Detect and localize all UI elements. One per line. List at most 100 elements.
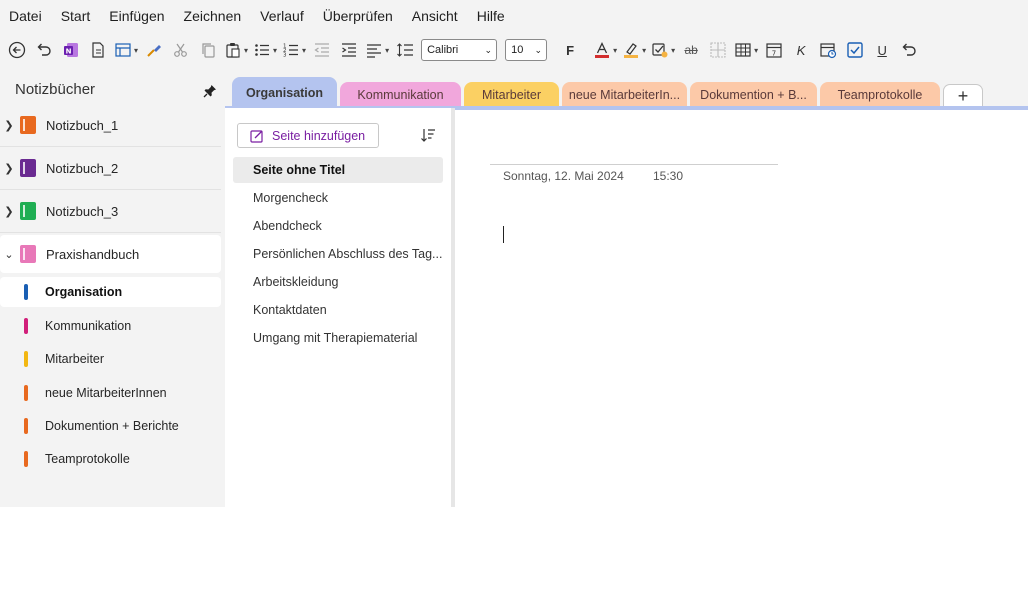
page-title-field[interactable] bbox=[490, 164, 778, 165]
indent-icon bbox=[342, 43, 357, 57]
page-template-button[interactable] bbox=[87, 37, 109, 63]
notebook-label: Notizbuch_1 bbox=[46, 117, 119, 133]
tab-kommunikation[interactable]: Kommunikation bbox=[340, 82, 461, 108]
page-item-kontaktdaten[interactable]: Kontaktdaten bbox=[233, 297, 443, 323]
checkbox-checked-icon bbox=[847, 42, 863, 58]
tab-organisation[interactable]: Organisation bbox=[232, 77, 337, 108]
menu-bar: Datei Start Einfügen Zeichnen Verlauf Üb… bbox=[0, 0, 1028, 32]
borders-button[interactable] bbox=[707, 37, 729, 63]
datetime-button[interactable] bbox=[817, 37, 839, 63]
onenote-button[interactable]: N bbox=[60, 37, 82, 63]
highlighter-icon bbox=[624, 43, 639, 58]
section-color-marker bbox=[24, 351, 28, 367]
highlight-button[interactable]: ▾ bbox=[622, 37, 646, 63]
section-item-dokumention[interactable]: Dokumention + Berichte bbox=[0, 411, 221, 441]
section-item-mitarbeiter[interactable]: Mitarbeiter bbox=[0, 344, 221, 374]
svg-text:3: 3 bbox=[283, 53, 287, 59]
tab-dokumention[interactable]: Dokumention + B... bbox=[690, 82, 817, 108]
font-size-select[interactable]: 10 ⌄ bbox=[505, 39, 548, 61]
chevron-down-icon: ▾ bbox=[134, 45, 139, 55]
section-color-marker bbox=[24, 284, 28, 300]
todo-tag-button[interactable] bbox=[844, 37, 866, 63]
page-canvas[interactable]: Sonntag, 12. Mai 2024 15:30 bbox=[455, 110, 1028, 507]
section-label: Kommunikation bbox=[45, 319, 132, 333]
menu-ueberpruefen[interactable]: Überprüfen bbox=[323, 8, 393, 24]
menu-datei[interactable]: Datei bbox=[9, 8, 42, 24]
page-item-morgencheck[interactable]: Morgencheck bbox=[233, 185, 443, 211]
page-item-persoenlichen-abschluss[interactable]: Persönlichen Abschluss des Tag... bbox=[233, 241, 443, 267]
undo-typing-button[interactable] bbox=[898, 37, 920, 63]
divider bbox=[0, 189, 221, 190]
paste-button[interactable]: ▾ bbox=[224, 37, 248, 63]
menu-verlauf[interactable]: Verlauf bbox=[260, 8, 304, 24]
notebook-row-1[interactable]: ❯ Notizbuch_1 bbox=[0, 106, 221, 144]
add-section-button[interactable]: + bbox=[943, 84, 983, 108]
tab-teamprotokolle[interactable]: Teamprotokolle bbox=[820, 82, 940, 108]
page-list-pane: Seite hinzufügen Seite ohne Titel Morgen… bbox=[225, 108, 451, 507]
increase-indent-button[interactable] bbox=[338, 37, 360, 63]
chevron-down-icon: ⌄ bbox=[4, 248, 14, 261]
table-button[interactable]: ▾ bbox=[734, 37, 758, 63]
svg-text:7: 7 bbox=[772, 50, 776, 58]
strikethrough-button[interactable]: ab bbox=[680, 37, 702, 63]
section-item-teamprotokolle[interactable]: Teamprotokolle bbox=[0, 444, 221, 474]
menu-einfuegen[interactable]: Einfügen bbox=[109, 8, 164, 24]
section-tabs: Organisation Kommunikation Mitarbeiter n… bbox=[225, 68, 1028, 110]
section-label: Mitarbeiter bbox=[45, 352, 105, 366]
notebook-row-3[interactable]: ❯ Notizbuch_3 bbox=[0, 192, 221, 230]
line-spacing-icon bbox=[397, 43, 414, 57]
copy-button[interactable] bbox=[197, 37, 219, 63]
svg-text:N: N bbox=[66, 48, 72, 56]
tab-mitarbeiter[interactable]: Mitarbeiter bbox=[464, 82, 559, 108]
notebook-row-2[interactable]: ❯ Notizbuch_2 bbox=[0, 149, 221, 187]
menu-hilfe[interactable]: Hilfe bbox=[477, 8, 505, 24]
sort-pages-button[interactable] bbox=[420, 127, 436, 148]
align-button[interactable]: ▾ bbox=[365, 37, 389, 63]
table-icon bbox=[735, 43, 751, 57]
chevron-down-icon: ▾ bbox=[244, 45, 249, 55]
page-item-abendcheck[interactable]: Abendcheck bbox=[233, 213, 443, 239]
page-item-seite-ohne-titel[interactable]: Seite ohne Titel bbox=[233, 157, 443, 183]
clipboard-icon bbox=[226, 43, 240, 58]
underline-button[interactable]: U bbox=[871, 37, 893, 63]
menu-ansicht[interactable]: Ansicht bbox=[412, 8, 458, 24]
date-button[interactable]: 7 bbox=[763, 37, 785, 63]
notebook-row-4[interactable]: ⌄ Praxishandbuch bbox=[0, 235, 221, 273]
chevron-down-icon: ▾ bbox=[613, 45, 618, 55]
page-item-arbeitskleidung[interactable]: Arbeitskleidung bbox=[233, 269, 443, 295]
numbering-button[interactable]: 123 ▾ bbox=[282, 37, 306, 63]
bold-button[interactable]: F bbox=[559, 37, 581, 63]
add-page-button[interactable]: Seite hinzufügen bbox=[237, 123, 379, 148]
sort-icon bbox=[421, 129, 435, 142]
undo-button[interactable] bbox=[33, 37, 55, 63]
chevron-down-icon: ▾ bbox=[273, 45, 278, 55]
format-painter-button[interactable] bbox=[143, 37, 165, 63]
section-color-marker bbox=[24, 318, 28, 334]
bullets-button[interactable]: ▾ bbox=[253, 37, 277, 63]
italic-button[interactable]: K bbox=[790, 37, 812, 63]
chevron-down-icon: ⌄ bbox=[484, 44, 493, 55]
pin-icon[interactable] bbox=[203, 84, 217, 103]
bullet-list-icon bbox=[255, 44, 270, 56]
tag-button[interactable]: ▾ bbox=[651, 37, 675, 63]
section-item-kommunikation[interactable]: Kommunikation bbox=[0, 311, 221, 341]
menu-zeichnen[interactable]: Zeichnen bbox=[184, 8, 242, 24]
section-color-marker bbox=[24, 418, 28, 434]
font-name-select[interactable]: Calibri ⌄ bbox=[421, 39, 498, 61]
section-item-neue-mitarbeiterinnen[interactable]: neue MitarbeiterInnen bbox=[0, 378, 221, 408]
sidebar-title: Notizbücher bbox=[15, 81, 96, 98]
page-view-button[interactable]: ▾ bbox=[114, 37, 138, 63]
menu-start[interactable]: Start bbox=[61, 8, 91, 24]
paintbrush-icon bbox=[147, 45, 162, 57]
tab-neue-mitarbeiterinnen[interactable]: neue MitarbeiterIn... bbox=[562, 82, 687, 108]
section-label: Organisation bbox=[45, 285, 123, 299]
chevron-down-icon: ▾ bbox=[302, 45, 307, 55]
page-item-umgang-mit-therapiematerial[interactable]: Umgang mit Therapiematerial bbox=[233, 325, 443, 351]
decrease-indent-button[interactable] bbox=[311, 37, 333, 63]
align-left-icon bbox=[367, 44, 382, 58]
cut-button[interactable] bbox=[170, 37, 192, 63]
font-color-button[interactable]: ▾ bbox=[593, 37, 617, 63]
back-button[interactable] bbox=[6, 37, 28, 63]
section-item-organisation[interactable]: Organisation bbox=[0, 277, 221, 307]
line-spacing-button[interactable] bbox=[394, 37, 416, 63]
